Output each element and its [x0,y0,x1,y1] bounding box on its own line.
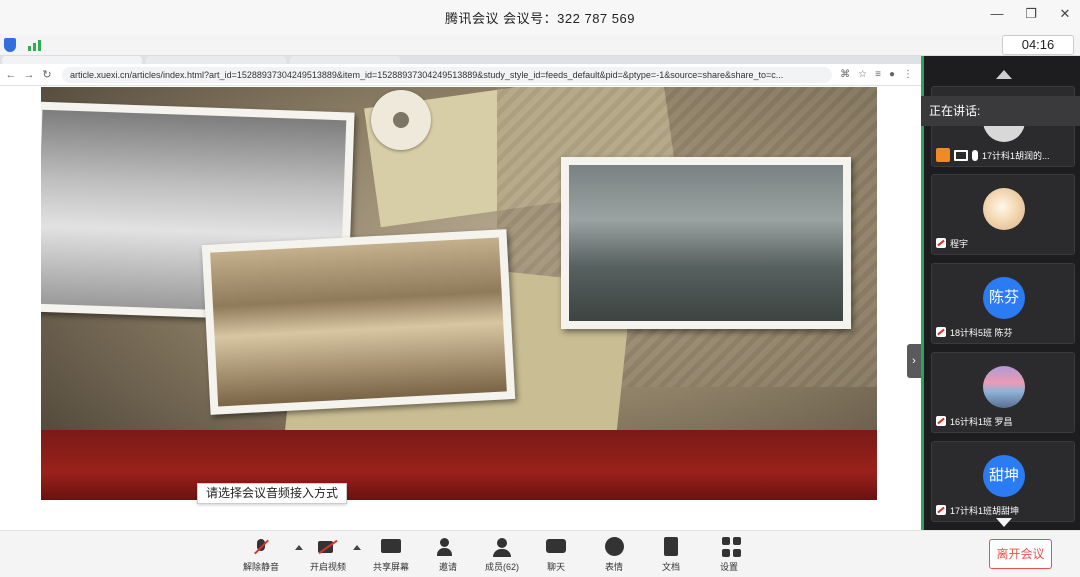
meeting-title: 腾讯会议 会议号：322 787 569 [445,10,635,26]
unmute-button[interactable]: 解除静音 [231,537,291,573]
translate-icon: ⌘ [840,69,851,80]
start-video-label: 开启视频 [309,562,346,572]
mic-muted-icon [936,505,946,515]
mountain-photo [561,157,851,329]
browser-tab [146,56,286,64]
emoji-button[interactable]: 表情 [584,537,644,573]
shared-screen: ← → ↻ article.xuexi.cn/articles/index.ht… [0,56,921,530]
menu-icon: ⋮ [903,69,913,80]
participant-name: 17计科1班胡甜坤 [950,505,1020,516]
chat-button[interactable]: 聊天 [526,537,586,573]
participant-label-row: 17计科1胡润的... [936,148,1050,162]
chat-label: 聊天 [546,562,565,572]
participant-label-row: 程宇 [936,236,968,250]
participant-name: 16计科1班 罗昌 [950,416,1013,427]
emoji-icon [603,537,625,557]
participant-tile[interactable]: 陈芬 18计科5班 陈芬 [931,263,1075,344]
security-shield-icon[interactable] [4,38,16,52]
shared-video-frame [41,87,877,500]
star-icon: ☆ [858,69,868,80]
participant-name: 17计科1胡润的... [982,150,1050,161]
start-video-button[interactable]: 开启视频 [298,537,358,573]
network-signal-icon[interactable] [28,39,41,51]
participant-label-row: 16计科1班 罗昌 [936,414,1013,428]
participant-label-row: 18计科5班 陈芬 [936,325,1013,339]
emoji-label: 表情 [604,562,623,572]
participant-name: 18计科5班 陈芬 [950,327,1013,338]
share-screen-label: 共享屏幕 [372,562,409,572]
mic-muted-icon [936,238,946,248]
chat-icon [545,537,567,557]
unmute-label: 解除静音 [242,562,279,572]
share-screen-button[interactable]: 共享屏幕 [361,537,421,573]
avatar [983,188,1025,230]
close-button[interactable]: ✕ [1058,6,1072,22]
participant-tile[interactable]: 甜坤 17计科1班胡甜坤 [931,441,1075,522]
invite-label: 邀请 [438,562,457,572]
scroll-down-arrow-icon[interactable] [996,518,1012,527]
cave-dwelling-photo [201,229,516,415]
back-icon: ← [5,68,17,81]
scroll-up-arrow-icon[interactable] [996,70,1012,79]
reading-list-icon: ≡ [875,69,881,80]
share-screen-icon [380,537,402,557]
avatar: 陈芬 [983,277,1025,319]
audio-connect-tooltip[interactable]: 请选择会议音频接入方式 [197,483,348,504]
forward-icon: → [23,68,35,81]
window-controls: — ❐ ✕ [990,6,1072,22]
red-cloth-image [41,430,877,500]
browser-address-bar: ← → ↻ article.xuexi.cn/articles/index.ht… [0,64,921,86]
participant-tile[interactable]: 16计科1班 罗昌 [931,352,1075,433]
minimize-button[interactable]: — [990,6,1004,22]
mic-muted-icon [936,416,946,426]
button-tag-image [371,90,431,150]
participant-panel: 17计科1胡润的... 正在讲话: 程宇 陈芬 18计科5班 陈芬 16计科1班… [921,56,1080,530]
title-bar: 腾讯会议 会议号：322 787 569 — ❐ ✕ [0,0,1080,34]
avatar [983,366,1025,408]
avatar: 甜坤 [983,455,1025,497]
mic-muted-icon [936,327,946,337]
reload-icon: ↻ [42,69,52,81]
participant-name: 程宇 [950,238,969,249]
settings-grid-icon [720,537,741,557]
restore-button[interactable]: ❐ [1024,6,1038,22]
profile-icon: ● [888,69,895,80]
speaking-indicator: 正在讲话: [921,96,1080,126]
browser-toolbar-icons: ⌘ ☆ ≡ ● ⋮ [840,69,913,80]
status-bar: 04:16 [0,34,1080,56]
host-user-icon [936,148,950,162]
meeting-toolbar: 解除静音 开启视频 共享屏幕 邀请 成员(62) 聊天 表情 文档 设置 离开会… [0,530,1080,577]
members-button[interactable]: 成员(62) [472,537,532,573]
docs-button[interactable]: 文档 [641,537,701,573]
url-field: article.xuexi.cn/articles/index.html?art… [62,66,833,83]
mic-icon [972,149,978,161]
document-icon [660,537,682,557]
browser-tab-strip [0,56,921,64]
video-options-caret-icon[interactable] [353,545,361,550]
docs-label: 文档 [661,562,680,572]
screen-share-icon [954,149,968,161]
panel-toggle-handle[interactable]: › [907,344,921,378]
mic-off-icon [250,537,272,557]
participant-tile[interactable]: 程宇 [931,174,1075,255]
invite-button[interactable]: 邀请 [418,537,478,573]
participant-label-row: 17计科1班胡甜坤 [936,503,1019,517]
leave-meeting-button[interactable]: 离开会议 [989,539,1052,569]
browser-tab [2,56,142,64]
settings-button[interactable]: 设置 [699,537,759,573]
settings-label: 设置 [719,562,738,572]
members-icon [491,537,513,557]
add-user-icon [437,537,459,557]
meeting-timer: 04:16 [1002,35,1074,55]
camera-off-icon [317,537,339,557]
browser-tab [290,56,400,64]
members-label: 成员(62) [484,562,519,572]
